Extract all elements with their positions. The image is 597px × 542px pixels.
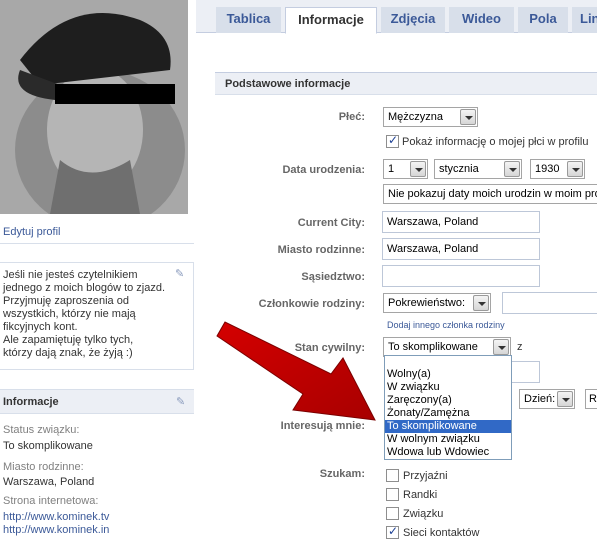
relationship-option-selected[interactable]: To skomplikowane: [385, 420, 511, 433]
family-relation-value: Pokrewieństwo:: [388, 297, 466, 309]
chevron-down-icon: [410, 161, 426, 177]
profile-sidebar: Edytuj profil Jeśli nie jesteś czytelnik…: [0, 0, 196, 542]
pencil-icon[interactable]: ✎: [175, 267, 187, 280]
looking-friendship-label: Przyjaźni: [403, 470, 448, 482]
birthdate-label: Data urodzenia:: [282, 164, 365, 176]
birth-year-select[interactable]: 1930: [530, 159, 585, 179]
family-member-input[interactable]: [502, 292, 597, 314]
chevron-down-icon: [460, 109, 476, 125]
current-city-input[interactable]: Warszawa, Poland: [382, 211, 540, 233]
anniversary-day-value: Dzień:: [524, 393, 556, 405]
bio-text: Jeśli nie jesteś czytelnikiem jednego z …: [3, 269, 166, 359]
relationship-option[interactable]: Wolny(a): [385, 368, 511, 381]
anniversary-month-value: R: [589, 393, 597, 405]
anniversary-month-select[interactable]: R: [585, 389, 597, 409]
relationship-select[interactable]: To skomplikowane: [383, 337, 511, 357]
looking-dating-label: Randki: [403, 489, 438, 501]
show-gender-checkbox[interactable]: [386, 133, 399, 148]
birthday-visibility-value: Nie pokazuj daty moich urodzin w moim pr…: [388, 188, 597, 200]
relationship-option[interactable]: W związku: [385, 381, 511, 394]
tab-links[interactable]: Lin: [572, 7, 597, 33]
gender-select[interactable]: Mężczyzna: [383, 107, 478, 127]
status-value: To skomplikowane: [3, 440, 93, 452]
status-label: Status związku:: [3, 424, 80, 436]
red-arrow-annotation: [216, 321, 376, 421]
relationship-value: To skomplikowane: [388, 341, 478, 353]
tab-info[interactable]: Informacje: [285, 7, 377, 34]
profile-photo-image: [0, 0, 188, 214]
gender-value: Mężczyzna: [388, 111, 444, 123]
gender-label: Płeć:: [338, 111, 365, 123]
show-gender-label: Pokaż informację o mojej płci w profilu: [402, 136, 589, 148]
website-link[interactable]: http://www.kominek.in: [3, 524, 109, 536]
add-family-link[interactable]: Dodaj innego członka rodziny: [387, 320, 505, 330]
pencil-icon[interactable]: ✎: [176, 395, 188, 408]
anniversary-day-select[interactable]: Dzień:: [519, 389, 575, 409]
neighborhood-label: Sąsiedztwo:: [301, 271, 365, 283]
tab-boxes[interactable]: Pola: [518, 7, 568, 33]
divider: [0, 243, 194, 244]
website-label: Strona internetowa:: [3, 495, 99, 507]
birthday-visibility-select[interactable]: Nie pokazuj daty moich urodzin w moim pr…: [383, 184, 597, 204]
looking-friendship-checkbox[interactable]: [386, 469, 399, 482]
looking-networking-label: Sieci kontaktów: [403, 527, 480, 539]
relationship-option[interactable]: Wdowa lub Wdowiec: [385, 446, 511, 459]
bio-box: Jeśli nie jesteś czytelnikiem jednego z …: [0, 262, 194, 370]
looking-for-label: Szukam:: [319, 468, 365, 480]
profile-photo[interactable]: [0, 0, 188, 214]
tab-video[interactable]: Wideo: [449, 7, 514, 33]
birth-month-value: stycznia: [439, 163, 479, 175]
birth-month-select[interactable]: stycznia: [434, 159, 522, 179]
birth-year-value: 1930: [535, 163, 560, 175]
relationship-option[interactable]: Żonaty/Zamężna: [385, 407, 511, 420]
chevron-down-icon: [557, 391, 573, 407]
relationship-with-label: z: [517, 341, 523, 353]
chevron-down-icon: [504, 161, 520, 177]
looking-networking-checkbox[interactable]: [386, 524, 399, 539]
hometown-form-label: Miasto rodzinne:: [277, 244, 365, 256]
hometown-input[interactable]: Warszawa, Poland: [382, 238, 540, 260]
hometown-value: Warszawa, Poland: [3, 476, 95, 488]
info-box-header: Informacje ✎: [0, 390, 194, 414]
relationship-dropdown[interactable]: Wolny(a) W związku Zaręczony(a) Żonaty/Z…: [384, 355, 512, 460]
chevron-down-icon: [567, 161, 583, 177]
tab-photos[interactable]: Zdjęcia: [381, 7, 445, 33]
website-link[interactable]: http://www.kominek.tv: [3, 511, 109, 523]
looking-dating-checkbox[interactable]: [386, 488, 399, 501]
chevron-down-icon: [493, 339, 509, 355]
birth-day-value: 1: [388, 163, 395, 175]
looking-relationship-checkbox[interactable]: [386, 507, 399, 520]
relationship-option[interactable]: Zaręczony(a): [385, 394, 511, 407]
chevron-down-icon: [473, 295, 489, 311]
neighborhood-input[interactable]: [382, 265, 540, 287]
current-city-label: Current City:: [297, 217, 365, 229]
section-title: Podstawowe informacje: [225, 78, 351, 90]
looking-relationship-label: Związku: [403, 508, 444, 520]
family-label: Członkowie rodziny:: [258, 298, 365, 310]
tab-wall[interactable]: Tablica: [216, 7, 281, 33]
edit-profile-link[interactable]: Edytuj profil: [3, 226, 60, 238]
section-header: Podstawowe informacje: [215, 73, 597, 95]
info-box-title: Informacje: [3, 396, 59, 408]
info-box: Informacje ✎ Status związku: To skomplik…: [0, 389, 194, 542]
relationship-option[interactable]: W wolnym związku: [385, 433, 511, 446]
birth-day-select[interactable]: 1: [383, 159, 428, 179]
hometown-label: Miasto rodzinne:: [3, 461, 84, 473]
family-relation-select[interactable]: Pokrewieństwo:: [383, 293, 491, 313]
